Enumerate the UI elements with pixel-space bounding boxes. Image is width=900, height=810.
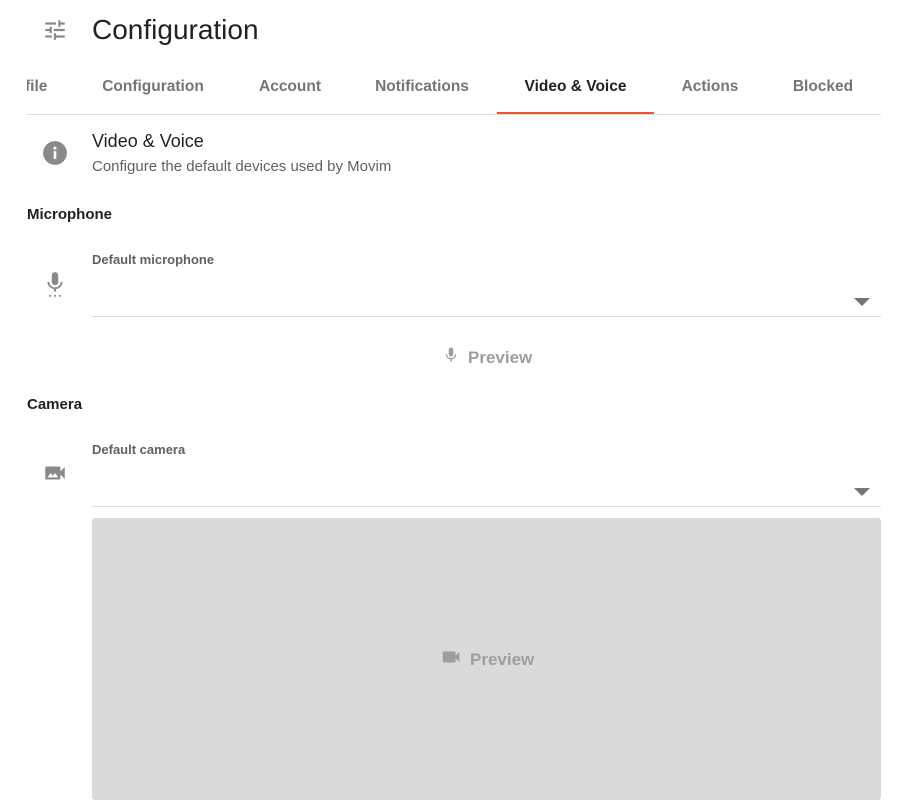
tab-account[interactable]: Account [251,62,329,114]
tab-configuration[interactable]: Configuration [97,62,209,114]
tab-bar: file Configuration Account Notifications… [27,62,881,115]
video-camera-icon [42,460,68,486]
configuration-page: Configuration file Configuration Account… [0,0,900,810]
microphone-preview-button[interactable]: Preview [442,344,532,371]
tab-video-voice[interactable]: Video & Voice [497,62,654,114]
chevron-down-icon [854,488,870,496]
default-microphone-label: Default microphone [92,252,215,267]
tune-icon[interactable] [42,17,68,43]
tab-notifications[interactable]: Notifications [367,62,477,114]
section-title: Video & Voice [92,131,204,151]
default-camera-label: Default camera [92,442,186,457]
microphone-icon [442,344,460,371]
microphone-heading: Microphone [27,206,112,223]
page-header: Configuration [0,0,900,60]
tab-profile[interactable]: file [27,62,55,114]
default-camera-select[interactable] [92,466,881,507]
default-microphone-select[interactable] [92,276,881,317]
microphone-icon [42,270,68,297]
chevron-down-icon [854,298,870,306]
tab-blocked[interactable]: Blocked [783,62,863,114]
page-title: Configuration [92,14,259,45]
camera-preview-label: Preview [470,649,535,669]
microphone-preview-label: Preview [468,347,533,367]
tab-actions[interactable]: Actions [675,62,745,114]
camera-preview-area: Preview [92,518,881,800]
camera-preview-button[interactable]: Preview [440,646,534,673]
section-description: Configure the default devices used by Mo… [92,158,392,175]
video-camera-icon [440,646,462,673]
info-icon [42,140,68,166]
camera-heading: Camera [27,396,83,413]
